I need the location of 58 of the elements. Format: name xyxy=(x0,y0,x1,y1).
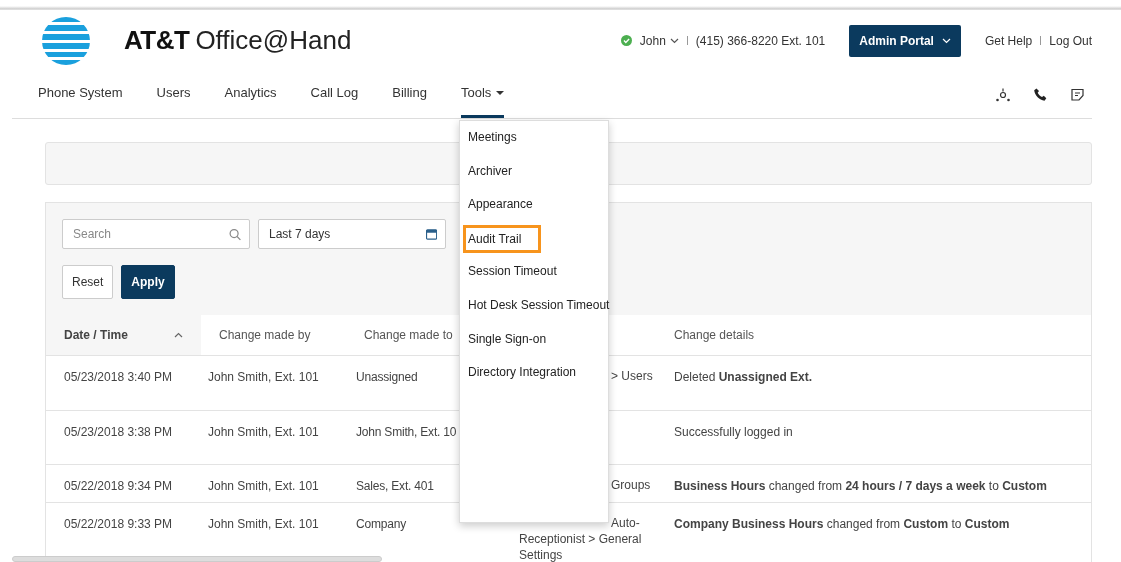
menu-item[interactable]: Hot Desk Session Timeout xyxy=(466,288,608,323)
change-details-cell-text: Deleted Unassigned Ext. xyxy=(674,368,814,386)
chevron-down-icon xyxy=(941,37,951,44)
column-header[interactable]: Change details xyxy=(674,327,755,342)
change-details-cell-text: Company Business Hours changed from Custom to Custom xyxy=(674,515,1011,533)
menu-item[interactable]: Audit Trail xyxy=(463,224,541,253)
user-menu[interactable]: John xyxy=(639,31,679,50)
search-field[interactable]: Search xyxy=(62,219,250,249)
changed-to-cell-text: John Smith, Ext. 10 xyxy=(356,423,458,441)
brand-name: AT&T xyxy=(124,24,190,57)
menu-item[interactable]: Appearance xyxy=(466,188,608,222)
table-cell: > Users xyxy=(611,368,653,383)
chevron-down-icon xyxy=(669,37,679,44)
changed-by-cell-text: John Smith, Ext. 101 xyxy=(208,423,320,441)
admin-portal-button[interactable]: Admin Portal xyxy=(849,24,961,57)
nav-tab[interactable]: Users xyxy=(156,71,191,118)
note-icon[interactable] xyxy=(1071,88,1084,101)
date-time-cell-text: 05/22/2018 9:34 PM xyxy=(64,477,174,495)
menu-item[interactable]: Single Sign-on xyxy=(466,322,608,357)
changed-by-cell-text: John Smith, Ext. 101 xyxy=(208,368,320,386)
changed-by-cell-text: John Smith, Ext. 101 xyxy=(208,515,320,533)
column-header[interactable]: Change made to xyxy=(364,327,453,342)
search-input[interactable]: Search xyxy=(71,224,229,244)
nav-tab[interactable]: Billing xyxy=(392,71,427,118)
nav-tab[interactable]: Analytics xyxy=(224,71,277,118)
help-link[interactable]: Get Help xyxy=(984,31,1033,50)
phone-icon[interactable] xyxy=(1034,88,1047,101)
phone-number: (415) 366-8220 Ext. 101 xyxy=(695,32,826,50)
sort-ascending-icon[interactable] xyxy=(174,331,183,338)
search-icon xyxy=(228,227,241,241)
date-time-cell-text: 05/22/2018 9:33 PM xyxy=(64,515,174,533)
product-name: Office@Hand xyxy=(195,24,352,57)
nav-tab[interactable]: Phone System xyxy=(38,71,123,118)
network-nodes-icon[interactable] xyxy=(996,87,1010,102)
menu-item[interactable]: Directory Integration xyxy=(466,356,608,390)
date-time-cell-text: 05/23/2018 3:38 PM xyxy=(64,423,174,441)
globe-logo-icon xyxy=(42,16,90,65)
reset-button[interactable]: Reset xyxy=(62,265,114,299)
column-header[interactable]: Date / Time xyxy=(64,325,128,344)
logout-link[interactable]: Log Out xyxy=(1049,31,1092,50)
menu-item[interactable]: Session Timeout xyxy=(466,255,608,289)
changed-by-cell-text: John Smith, Ext. 101 xyxy=(208,477,320,495)
column-header[interactable]: Change made by xyxy=(219,327,311,342)
menu-item[interactable]: Meetings xyxy=(466,121,608,155)
date-time-cell-text: 05/23/2018 3:40 PM xyxy=(64,368,174,386)
change-details-cell-text: Business Hours changed from 24 hours / 7 days a week to Custom xyxy=(674,477,1048,495)
table-cell: Auto- Receptionist > General Settings xyxy=(519,515,642,562)
scroll-bar[interactable] xyxy=(12,556,382,562)
change-details-cell-text: Successfully logged in xyxy=(674,423,794,441)
menu-item[interactable]: Archiver xyxy=(466,154,608,189)
apply-button[interactable]: Apply xyxy=(121,265,175,299)
table-cell: Groups xyxy=(611,477,651,492)
date-range-field[interactable]: Last 7 days xyxy=(258,219,446,249)
changed-to-cell-text: Company xyxy=(356,515,407,533)
changed-to-cell-text: Sales, Ext. 401 xyxy=(356,477,435,495)
date-range-input[interactable]: Last 7 days xyxy=(267,224,426,244)
calendar-icon xyxy=(425,228,437,240)
nav-tab[interactable]: Call Log xyxy=(310,71,359,118)
